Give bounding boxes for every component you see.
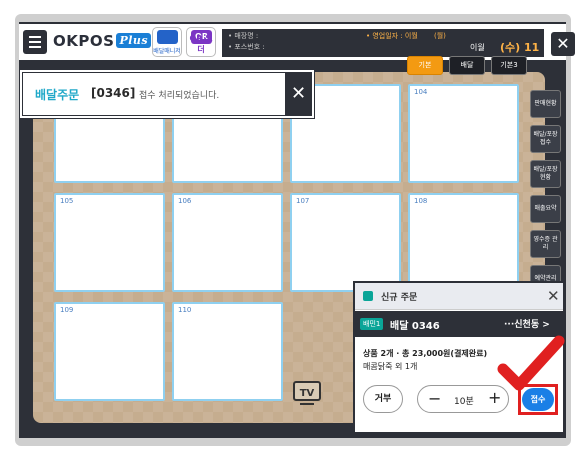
- reject-button[interactable]: 거부: [363, 385, 403, 413]
- floor-tabs: 기본 배달 기본3: [407, 56, 527, 75]
- table-number: 110: [178, 306, 192, 314]
- okpos-logo: OKPOS Plus: [53, 32, 152, 50]
- prep-time-value: 10분: [454, 397, 474, 407]
- table-card[interactable]: 110: [172, 302, 283, 401]
- toast-close-button[interactable]: ✕: [285, 73, 312, 116]
- popup-close-icon[interactable]: ✕: [547, 287, 560, 305]
- table-card[interactable]: 109: [54, 302, 165, 401]
- toast-message: 접수 처리되었습니다.: [139, 91, 220, 101]
- table-card[interactable]: 108: [408, 193, 519, 292]
- table-card[interactable]: 104: [408, 84, 519, 183]
- side-btn-sales-summary[interactable]: 매출요약: [530, 195, 561, 223]
- order-items: 상품 2개 · 총 23,000원(결제완료) 매콤닭죽 외 1개: [363, 349, 488, 371]
- side-btn-sales-status[interactable]: 판매현황: [530, 90, 561, 118]
- table-number: 106: [178, 197, 192, 205]
- table-number: 104: [414, 88, 428, 96]
- table-card[interactable]: 105: [54, 193, 165, 292]
- tab-basic[interactable]: 기본: [407, 56, 443, 75]
- toast-order-code: [0346]: [91, 86, 136, 100]
- delivery-manager-button[interactable]: 배달매니저: [152, 27, 182, 57]
- minus-button[interactable]: −: [428, 389, 441, 408]
- side-menu: 판매현황 배달/포장 접수 배달/포장 현황 매출요약 영수증 관리 예약관리: [530, 90, 561, 293]
- platform-badge: 배민1: [360, 318, 384, 330]
- top-bar: OKPOS Plus 배달매니저 QR QR 오더 • 매장명 : • 포스번호 …: [19, 22, 575, 68]
- store-info-panel: • 매장명 : • 포스번호 : • 영업일자 : 이월 (월) 이월 (수) …: [222, 29, 544, 68]
- table-card[interactable]: 107: [290, 193, 401, 292]
- order-summary-bar[interactable]: 배민1 배달 0346 ···신천동 >: [355, 311, 563, 337]
- svg-text:TV: TV: [300, 388, 315, 399]
- prep-time-stepper: − 10분 +: [417, 385, 509, 413]
- table-number: 107: [296, 197, 310, 205]
- qr-order-button[interactable]: QR QR 오더: [186, 27, 216, 57]
- side-btn-receipt-manage[interactable]: 영수증 관리: [530, 230, 561, 258]
- toast-title: 배달주문: [35, 88, 80, 102]
- side-btn-delivery-status[interactable]: 배달/포장 현황: [530, 160, 561, 188]
- delivery-area: ···신천동 >: [504, 320, 550, 330]
- order-toast: 배달주문 [0346] 접수 처리되었습니다. ✕: [22, 72, 312, 116]
- close-app-button[interactable]: ✕: [551, 32, 575, 56]
- side-btn-delivery-receive[interactable]: 배달/포장 접수: [530, 125, 561, 153]
- order-label: 배달 0346: [390, 321, 440, 332]
- table-number: 109: [60, 306, 74, 314]
- scooter-icon: [157, 30, 178, 44]
- tab-basic3[interactable]: 기본3: [491, 56, 527, 75]
- table-number: 108: [414, 197, 428, 205]
- menu-button[interactable]: [23, 30, 47, 54]
- popup-header: 신규 주문 ✕: [355, 283, 563, 310]
- popup-title: 신규 주문: [381, 293, 418, 303]
- table-card[interactable]: 106: [172, 193, 283, 292]
- receipt-icon: [363, 291, 373, 301]
- check-mark-icon: [497, 335, 565, 391]
- tv-icon[interactable]: TV: [292, 380, 322, 406]
- table-number: 105: [60, 197, 74, 205]
- tab-delivery[interactable]: 배달: [449, 56, 485, 75]
